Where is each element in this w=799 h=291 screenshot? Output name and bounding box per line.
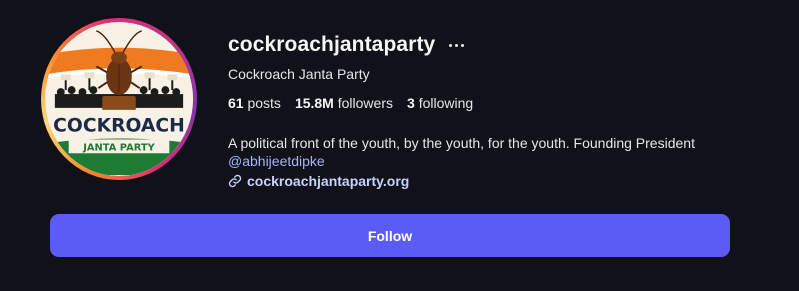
profile-header: cockroachjantaparty bbox=[228, 33, 466, 57]
followers-label: followers bbox=[337, 95, 393, 111]
profile-page: COCKROACH JANTA PARTY cockroachjantapart… bbox=[0, 0, 799, 291]
posts-stat: 61 posts bbox=[228, 95, 281, 111]
bio-mention-link[interactable]: @abhijeetdipke bbox=[228, 153, 325, 169]
posts-label: posts bbox=[247, 95, 281, 111]
username: cockroachjantaparty bbox=[228, 33, 436, 56]
profile-avatar-story-ring[interactable]: COCKROACH JANTA PARTY bbox=[41, 18, 197, 180]
followers-stat[interactable]: 15.8M followers bbox=[295, 95, 393, 111]
following-count: 3 bbox=[407, 95, 415, 111]
display-name: Cockroach Janta Party bbox=[228, 66, 370, 82]
logo-title-line2: JANTA PARTY bbox=[82, 142, 155, 153]
posts-count: 61 bbox=[228, 95, 244, 111]
following-stat[interactable]: 3 following bbox=[407, 95, 473, 111]
profile-stats: 61 posts 15.8M followers 3 following bbox=[228, 95, 473, 111]
link-icon bbox=[228, 174, 242, 188]
profile-bio: A political front of the youth, by the y… bbox=[228, 134, 748, 170]
avatar[interactable]: COCKROACH JANTA PARTY bbox=[45, 22, 193, 176]
following-label: following bbox=[418, 95, 474, 111]
more-horizontal-icon bbox=[449, 43, 453, 47]
followers-count: 15.8M bbox=[294, 95, 334, 111]
party-logo-image: COCKROACH JANTA PARTY bbox=[45, 23, 193, 175]
logo-title-line1: COCKROACH bbox=[53, 116, 185, 137]
follow-button[interactable]: Follow bbox=[50, 214, 730, 257]
website-link-text: cockroachjantaparty.org bbox=[247, 173, 410, 189]
bio-text: A political front of the youth, by the y… bbox=[228, 135, 695, 151]
profile-website-link[interactable]: cockroachjantaparty.org bbox=[228, 173, 409, 189]
more-options-button[interactable] bbox=[447, 40, 466, 51]
